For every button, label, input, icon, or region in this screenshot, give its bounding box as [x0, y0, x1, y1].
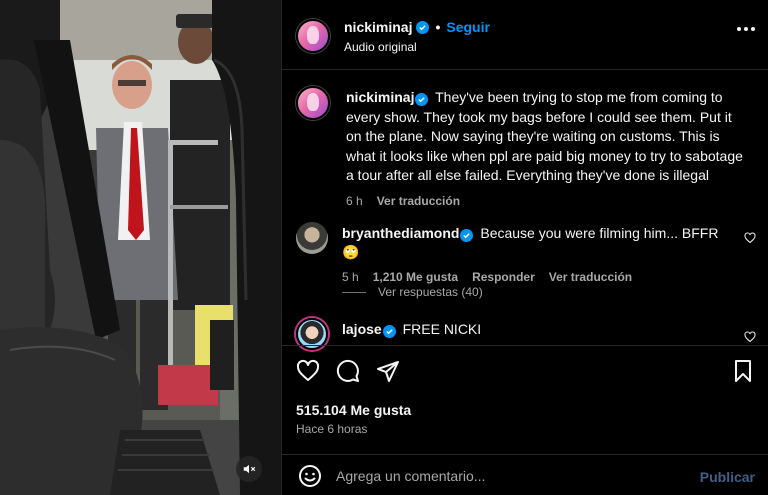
audio-label[interactable]: Audio original — [344, 40, 417, 54]
emoji-icon[interactable] — [298, 464, 322, 488]
post-author: nickiminaj • Seguir — [344, 19, 490, 35]
caption-body: nickiminaj They've been trying to stop m… — [346, 88, 746, 211]
caption-username[interactable]: nickiminaj — [346, 89, 414, 105]
bookmark-icon[interactable] — [731, 359, 755, 383]
volume-muted-icon — [243, 464, 256, 474]
caption-time: 6 h — [346, 193, 363, 208]
verified-badge-icon — [416, 20, 430, 34]
post-panel: nickiminaj • Seguir Audio original nicki… — [281, 0, 768, 495]
see-translation-link[interactable]: Ver traducción — [377, 192, 460, 212]
more-options-icon[interactable] — [737, 27, 755, 31]
comment-body: bryanthediamond Because you were filming… — [342, 224, 732, 287]
heart-icon[interactable] — [296, 359, 320, 383]
post-media[interactable] — [0, 0, 281, 495]
replies-divider — [342, 291, 366, 293]
publish-button[interactable]: Publicar — [700, 469, 755, 485]
comment-icon[interactable] — [336, 359, 360, 383]
verified-badge-icon — [382, 325, 396, 338]
post-actions: 515.104 Me gusta Hace 6 horas Publicar — [282, 345, 768, 495]
like-comment-heart-icon[interactable] — [744, 232, 756, 244]
post-time: Hace 6 horas — [296, 422, 368, 436]
caption-text-block: nickiminaj They've been trying to stop m… — [346, 88, 746, 186]
separator: • — [435, 19, 441, 35]
comment-username[interactable]: bryanthediamond — [342, 225, 459, 241]
post-video-frame — [0, 0, 281, 495]
view-replies-button[interactable]: Ver respuestas (40) — [342, 285, 483, 299]
comment-composer: Publicar — [282, 454, 768, 495]
share-icon[interactable] — [376, 359, 400, 383]
follow-button[interactable]: Seguir — [446, 19, 490, 35]
author-username[interactable]: nickiminaj — [344, 19, 412, 35]
post-header: nickiminaj • Seguir Audio original — [282, 0, 768, 70]
mute-button[interactable] — [236, 456, 262, 482]
comment-text-block: bryanthediamond Because you were filming… — [342, 224, 732, 262]
comment-text: FREE NICKI — [402, 321, 482, 337]
avatar[interactable] — [296, 222, 328, 254]
likes-count[interactable]: 515.104 Me gusta — [296, 402, 411, 418]
view-replies-label: Ver respuestas (40) — [378, 285, 483, 299]
like-comment-heart-icon[interactable] — [744, 331, 756, 343]
see-translation-link[interactable]: Ver traducción — [549, 268, 632, 287]
comment-input[interactable] — [336, 463, 686, 489]
verified-badge-icon — [460, 229, 474, 242]
comment-body: lajose FREE NICKI — [342, 320, 732, 339]
avatar[interactable] — [296, 86, 330, 120]
verified-badge-icon — [415, 93, 429, 106]
comment-username[interactable]: lajose — [342, 321, 382, 337]
avatar[interactable] — [296, 19, 330, 53]
caption-meta: 6 h Ver traducción — [346, 192, 746, 212]
